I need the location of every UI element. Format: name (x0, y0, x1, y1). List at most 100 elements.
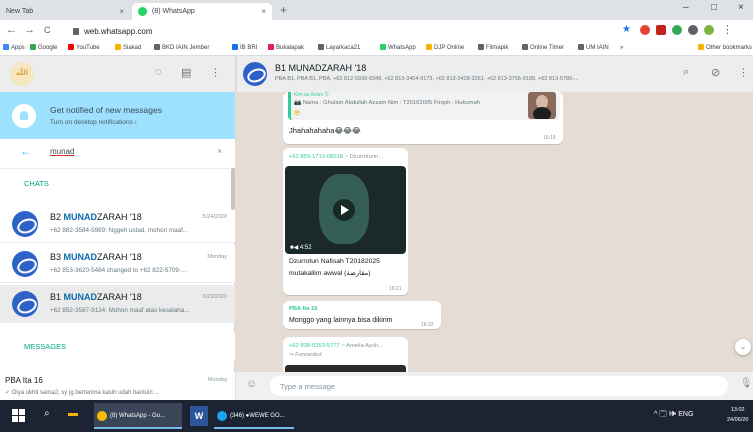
chat-item-b3-munadzarah[interactable]: B3 MUNADZARAH '18 Monday +62 853-3620-54… (0, 245, 235, 283)
new-chat-icon[interactable]: ▤ (181, 66, 191, 79)
chat-last-message: +62 882-3584-5989: Nggeh ustad, mohon ma… (50, 227, 189, 234)
chat-name: B1 MUNADZARAH '18 (50, 292, 142, 302)
profile-avatar-icon[interactable] (704, 25, 714, 35)
forward-button[interactable]: → (24, 24, 35, 36)
bookmark-apps[interactable]: Apps (3, 42, 25, 55)
group-avatar (12, 291, 38, 317)
siakad-icon (115, 44, 121, 50)
windows-start-icon[interactable] (12, 409, 25, 422)
bookmark-um-iain[interactable]: UM IAIN (578, 42, 609, 55)
taskbar-app-whatsapp[interactable]: (8) WhatsApp - Go... (94, 403, 182, 429)
bookmarks-more-button[interactable]: » (620, 42, 623, 55)
sidebar-menu-icon[interactable]: ⋮ (210, 66, 221, 79)
message-sender: +62 859-1713-08518 ~ Dzurrotunn... (289, 154, 384, 160)
globe-icon (578, 44, 584, 50)
browser-icon (217, 411, 227, 421)
sidebar-header (0, 56, 235, 92)
maximize-button[interactable]: □ (711, 2, 717, 13)
message-result-name: PBA Ita 16 (5, 376, 43, 385)
chat-date: 5/24/2020 (202, 214, 227, 220)
attach-icon[interactable]: ⊘ (711, 66, 720, 79)
bookmark-filmapik[interactable]: Filmapik (478, 42, 508, 55)
bookmark-online-timer[interactable]: Online Timer (522, 42, 564, 55)
puzzle-icon[interactable] (688, 25, 698, 35)
extension-icon[interactable] (672, 25, 682, 35)
video-caption-line1: Dzurrotun Nafisah T20182025 (289, 258, 380, 265)
notification-title: Get notified of new messages (50, 105, 162, 115)
chat-item-b1-munadzarah[interactable]: B1 MUNADZARAH '18 5/23/2020 +62 852-3587… (0, 285, 235, 323)
bookmark-layarkaca21[interactable]: Layarkaca21 (318, 42, 360, 55)
tab-label: (8) WhatsApp (152, 8, 195, 15)
tab-close-icon[interactable]: × (261, 3, 266, 20)
chat-date: 5/23/2020 (202, 294, 227, 300)
bookmark-djp-online[interactable]: DJP Online (426, 42, 464, 55)
minimize-button[interactable]: – (683, 2, 689, 13)
chat-item-b2-munadzarah[interactable]: B2 MUNADZARAH '18 5/24/2020 +62 882-3584… (0, 205, 235, 243)
quoted-emoji: 😎 (294, 111, 301, 117)
my-avatar[interactable]: اللّه (10, 62, 34, 86)
bookmark-bukalapak[interactable]: Bukalapak (268, 42, 304, 55)
system-tray[interactable]: ^ 🗔 🕪 ENG (654, 410, 693, 421)
whatsapp-favicon-icon (138, 7, 147, 16)
search-input[interactable] (50, 147, 210, 156)
scroll-down-button[interactable]: ⌄ (735, 339, 751, 355)
extension-icon[interactable] (640, 25, 650, 35)
bukalapak-icon (268, 44, 274, 50)
quoted-text: 📷 Nama : Ghulam Abdullah Azzam Nim : T20… (294, 100, 480, 106)
bookmark-youtube[interactable]: YouTube (68, 42, 100, 55)
taskbar-clock[interactable]: 13:02 24/06/20 (727, 405, 748, 425)
other-bookmarks[interactable]: Other bookmarks (698, 42, 752, 55)
search-icon[interactable]: ⌕ (44, 408, 50, 419)
djp-icon (426, 44, 432, 50)
new-tab-button[interactable]: + (280, 3, 287, 17)
bookmark-bkd[interactable]: BKD IAIN Jember (154, 42, 209, 55)
url-input[interactable]: web.whatsapp.com (70, 24, 610, 39)
bookmark-siakad[interactable]: Siakad (115, 42, 141, 55)
enable-notifications-link[interactable]: Turn on desktop notifications › (50, 119, 137, 126)
back-button[interactable]: ← (6, 24, 17, 36)
message-time: 16:22 (421, 322, 434, 328)
word-icon[interactable]: W (190, 406, 208, 426)
conversation-menu-icon[interactable]: ⋮ (738, 66, 749, 79)
bookmarks-bar: Apps Google YouTube Siakad BKD IAIN Jemb… (0, 42, 753, 56)
message-input[interactable] (270, 376, 728, 396)
tab-new-tab[interactable]: New Tab × (0, 3, 130, 20)
tab-whatsapp[interactable]: (8) WhatsApp × (132, 3, 272, 20)
conversation-avatar[interactable] (243, 62, 267, 86)
url-text: web.whatsapp.com (84, 27, 153, 36)
bookmark-star-icon[interactable]: ★ (622, 24, 631, 35)
reload-button[interactable]: C (44, 25, 51, 35)
chat-last-message: +62 853-3620-5484 changed to +62 822-570… (50, 267, 187, 274)
message-sender: PBA Ita 16 (289, 306, 318, 312)
tab-close-icon[interactable]: × (119, 3, 124, 20)
chats-heading: CHATS (0, 170, 235, 198)
emoji-icon[interactable]: ☺ (246, 378, 257, 390)
bookmark-google[interactable]: Google (30, 42, 57, 55)
bookmark-ib-bri[interactable]: IB BRI (232, 42, 257, 55)
folder-icon (698, 44, 704, 50)
chrome-icon (97, 411, 107, 421)
search-icon[interactable]: ⌕ (683, 66, 689, 79)
group-avatar (12, 251, 38, 277)
extension-icon[interactable] (656, 25, 666, 35)
youtube-icon (68, 44, 74, 50)
quoted-photo-thumbnail (528, 92, 556, 119)
search-back-icon[interactable]: ← (20, 144, 32, 158)
search-clear-icon[interactable]: × (217, 146, 222, 156)
microphone-icon[interactable]: 🎙 (740, 378, 753, 389)
browser-menu-icon[interactable]: ⋮ (722, 23, 733, 36)
timer-icon (522, 44, 528, 50)
chat-date: Monday (207, 254, 227, 260)
globe-icon (154, 44, 160, 50)
google-icon (30, 44, 36, 50)
close-window-button[interactable]: × (738, 2, 744, 13)
quoted-message[interactable] (288, 92, 560, 120)
message-time: 16:21 (389, 286, 402, 292)
status-icon[interactable]: ◌ (155, 66, 162, 78)
conversation-header[interactable] (236, 56, 753, 92)
bookmark-whatsapp[interactable]: WhatsApp (380, 42, 416, 55)
chat-list-scrollbar[interactable] (231, 168, 235, 210)
taskbar-app-second[interactable]: (346) ●WEWE GO... (214, 403, 294, 429)
play-icon[interactable] (333, 199, 355, 221)
file-explorer-icon[interactable]: ▬ (68, 408, 78, 419)
